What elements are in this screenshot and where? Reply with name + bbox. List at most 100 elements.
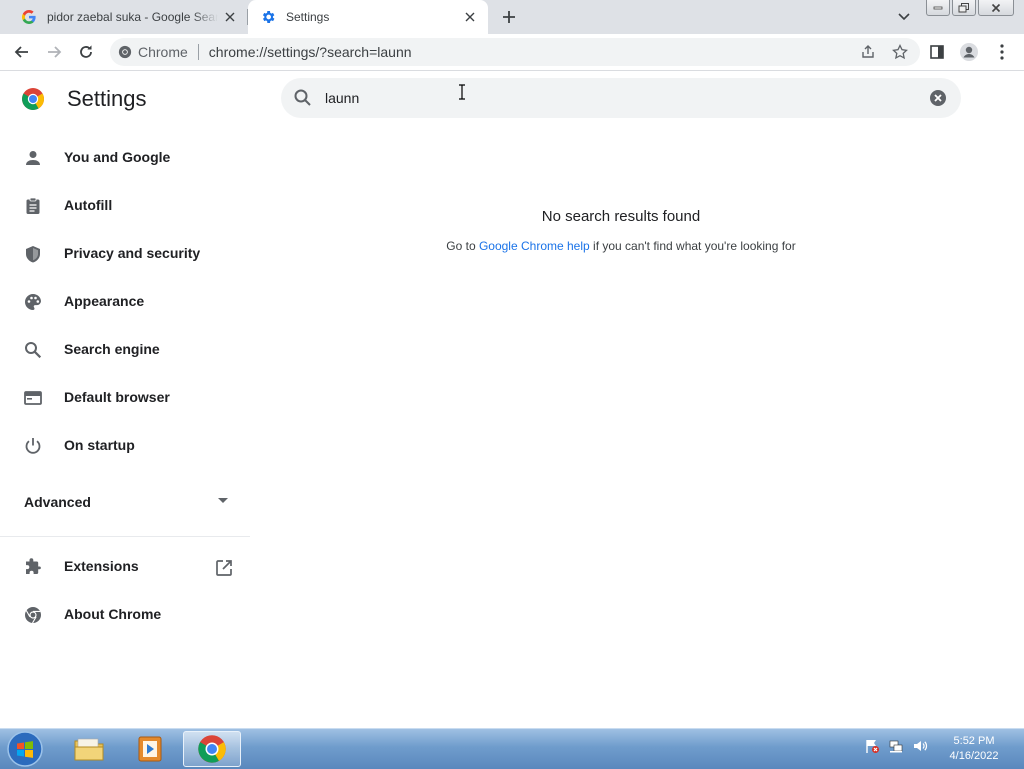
help-suffix: if you can't find what you're looking fo… <box>589 239 796 253</box>
clock-date: 4/16/2022 <box>949 750 999 762</box>
power-icon <box>24 437 42 455</box>
minimize-button[interactable] <box>926 0 950 16</box>
page-title: Settings <box>67 86 147 111</box>
windows-taskbar: 5:52 PM 4/16/2022 <box>0 728 1024 769</box>
window-controls <box>924 0 1014 16</box>
google-g-icon <box>21 9 37 25</box>
tab-search-button[interactable] <box>892 5 916 29</box>
nav-item-autofill[interactable]: Autofill <box>0 182 250 230</box>
reload-icon <box>80 45 92 58</box>
system-tray <box>864 738 936 754</box>
nav-item-appearance[interactable]: Appearance <box>0 278 250 326</box>
nav-item-extensions[interactable]: Extensions <box>0 543 250 591</box>
nav-item-label: Appearance <box>64 293 145 309</box>
gear-icon <box>260 9 276 25</box>
divider <box>197 44 199 60</box>
tab-title: pidor zaebal suka - Google Search <box>47 10 218 24</box>
nav-item-you-and-google[interactable]: You and Google <box>0 134 250 182</box>
chrome-logo-icon <box>21 87 45 111</box>
browser-toolbar: Chrome chrome://settings/?search=launn <box>0 34 1024 71</box>
nav-item-label: On startup <box>64 437 135 453</box>
windows-logo-icon <box>7 731 43 767</box>
chrome-icon <box>198 735 226 763</box>
restore-icon <box>958 2 969 12</box>
minimize-icon <box>933 6 943 9</box>
taskbar-clock[interactable]: 5:52 PM 4/16/2022 <box>936 734 1012 764</box>
caret-down-icon <box>218 498 228 504</box>
taskbar-chrome[interactable] <box>183 731 241 767</box>
nav-item-about-chrome[interactable]: About Chrome <box>0 591 250 639</box>
share-icon <box>862 45 874 58</box>
star-icon <box>892 44 908 60</box>
volume-icon[interactable] <box>912 738 928 754</box>
reload-button[interactable] <box>74 40 98 64</box>
nav-item-label: Privacy and security <box>64 245 201 261</box>
nav-item-label: Search engine <box>64 341 160 357</box>
advanced-label: Advanced <box>24 494 91 510</box>
tab-google-search[interactable]: pidor zaebal suka - Google Search <box>8 0 248 34</box>
share-button[interactable] <box>856 40 880 64</box>
action-center-flag-icon[interactable] <box>864 738 880 754</box>
new-tab-button[interactable] <box>497 5 521 29</box>
file-explorer-icon <box>74 738 104 761</box>
palette-icon <box>24 293 42 311</box>
site-info-chip[interactable]: Chrome <box>118 44 188 60</box>
tab-strip: pidor zaebal suka - Google Search Settin… <box>0 0 1024 34</box>
close-icon[interactable] <box>218 5 242 29</box>
chrome-logo-icon <box>24 606 42 624</box>
browser-window-icon <box>24 389 42 407</box>
network-icon[interactable] <box>888 738 904 754</box>
start-button[interactable] <box>5 730 45 768</box>
help-prefix: Go to <box>446 239 479 253</box>
restore-button[interactable] <box>952 0 976 16</box>
nav-item-default-browser[interactable]: Default browser <box>0 374 250 422</box>
search-input[interactable] <box>325 86 905 110</box>
tab-settings[interactable]: Settings <box>248 0 488 34</box>
person-icon <box>24 149 42 167</box>
clipboard-icon <box>24 197 42 215</box>
nav-item-label: You and Google <box>64 149 171 165</box>
bookmark-button[interactable] <box>888 40 912 64</box>
arrow-right-icon <box>48 46 62 58</box>
nav-advanced-toggle[interactable]: Advanced <box>0 478 250 526</box>
forward-button[interactable] <box>42 40 66 64</box>
back-button[interactable] <box>10 40 34 64</box>
no-results-message: No search results found <box>541 208 701 225</box>
taskbar-file-explorer[interactable] <box>60 731 118 767</box>
nav-item-on-startup[interactable]: On startup <box>0 422 250 470</box>
site-chip-label: Chrome <box>138 44 188 60</box>
nav-item-label: Autofill <box>64 197 113 213</box>
close-window-button[interactable] <box>978 0 1014 16</box>
settings-search[interactable] <box>281 78 961 118</box>
nav-item-label: Extensions <box>64 558 139 574</box>
menu-button[interactable] <box>990 40 1014 64</box>
chrome-help-link[interactable]: Google Chrome help <box>479 239 590 253</box>
kebab-menu-icon <box>1000 44 1004 60</box>
close-icon[interactable] <box>458 5 482 29</box>
url-text[interactable]: chrome://settings/?search=launn <box>209 44 856 60</box>
chrome-logo-icon <box>118 45 132 59</box>
nav-item-privacy-and-security[interactable]: Privacy and security <box>0 230 250 278</box>
search-icon <box>24 341 42 359</box>
arrow-left-icon <box>14 46 28 58</box>
nav-item-label: About Chrome <box>64 606 162 622</box>
clock-time: 5:52 PM <box>953 735 995 747</box>
taskbar-media-player[interactable] <box>121 731 179 767</box>
side-panel-button[interactable] <box>925 40 949 64</box>
chevron-down-icon <box>898 13 910 21</box>
clear-search-icon[interactable] <box>928 88 948 108</box>
open-in-new-icon[interactable] <box>215 559 233 577</box>
nav-item-search-engine[interactable]: Search engine <box>0 326 250 374</box>
nav-divider <box>0 536 250 537</box>
text-cursor-icon <box>458 84 466 100</box>
side-panel-icon <box>930 45 944 59</box>
search-icon <box>293 88 313 108</box>
media-player-icon <box>138 736 162 762</box>
profile-button[interactable] <box>957 40 981 64</box>
avatar-icon <box>960 43 978 61</box>
plus-icon <box>503 11 515 23</box>
puzzle-icon <box>24 558 42 576</box>
shield-icon <box>24 245 42 263</box>
address-bar[interactable]: Chrome chrome://settings/?search=launn <box>110 38 920 66</box>
help-message: Go to Google Chrome help if you can't fi… <box>281 239 961 253</box>
